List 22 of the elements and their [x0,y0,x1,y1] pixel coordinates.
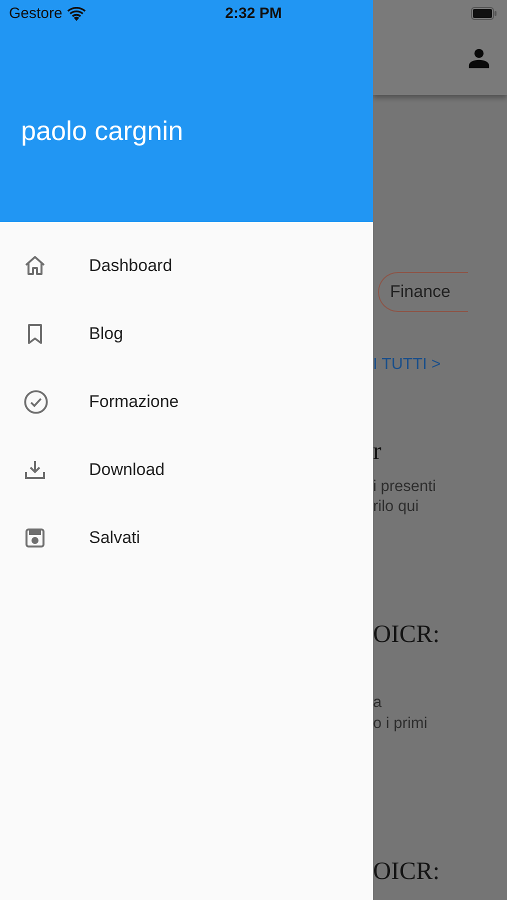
menu-item[interactable]: Formazione [0,368,373,436]
menu-item[interactable]: Blog [0,300,373,368]
carrier-name: Gestore [9,5,62,22]
battery-icon [471,7,497,20]
save-icon [23,526,47,550]
home-icon [23,254,47,278]
clock-time: 2:32 PM [225,5,282,22]
article-excerpt: o i primi [373,715,428,732]
menu-item[interactable]: Salvati [0,504,373,572]
article-title: OICR: [373,858,440,885]
menu-item[interactable]: Download [0,436,373,504]
wifi-icon [67,6,86,20]
article-title: OICR: [373,621,440,648]
article-excerpt: i presenti [373,478,436,495]
article-excerpt: rilo qui [373,498,419,515]
menu-item[interactable]: Dashboard [0,232,373,300]
check-circle-icon [23,389,49,415]
article-title: r [373,438,382,465]
article-excerpt: a [373,694,382,711]
person-icon[interactable] [468,47,490,69]
user-name: paolo cargnin [21,116,184,147]
download-icon [23,458,47,482]
